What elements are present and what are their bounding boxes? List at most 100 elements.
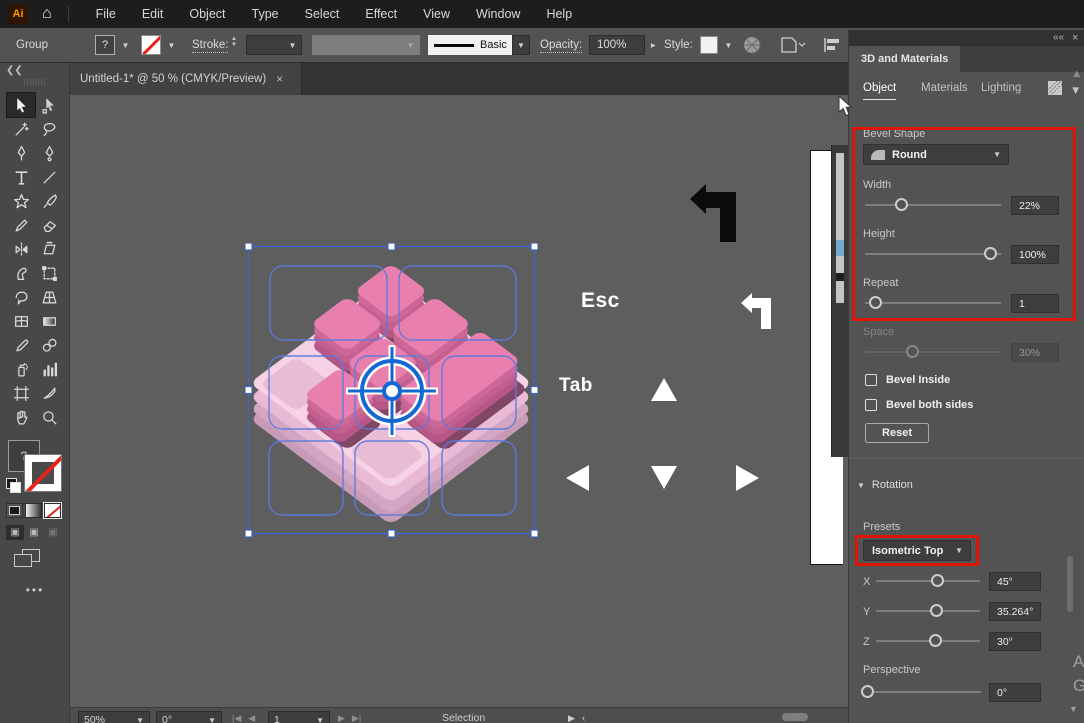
left-arrow-artwork[interactable] bbox=[566, 465, 589, 491]
draw-normal-icon[interactable]: ▣ bbox=[6, 525, 24, 540]
menu-view[interactable]: View bbox=[410, 0, 463, 28]
gradient-button[interactable] bbox=[25, 503, 42, 518]
eraser-tool[interactable] bbox=[35, 213, 63, 237]
bevel-shape-dropdown[interactable]: Round ▼ bbox=[863, 144, 1009, 165]
gradient-tool[interactable] bbox=[35, 309, 63, 333]
paintbrush-tool[interactable] bbox=[35, 189, 63, 213]
stroke-color-well[interactable] bbox=[141, 35, 161, 55]
align-icon[interactable] bbox=[822, 36, 842, 54]
selection-tool[interactable] bbox=[7, 93, 35, 117]
white-return-arrow-artwork[interactable] bbox=[741, 293, 772, 330]
presets-dropdown[interactable]: Isometric Top ▼ bbox=[863, 540, 971, 561]
curvature-tool[interactable] bbox=[35, 141, 63, 165]
home-icon[interactable]: ⌂ bbox=[42, 5, 52, 23]
height-value-field[interactable]: 100% bbox=[1011, 245, 1059, 264]
up-arrow-artwork[interactable] bbox=[651, 378, 677, 401]
first-artboard-button[interactable]: |◀◀ bbox=[232, 711, 255, 723]
tab-lighting[interactable]: Lighting bbox=[981, 82, 1021, 94]
edit-toolbar-button[interactable]: ••• bbox=[0, 583, 70, 597]
shaper-tool[interactable] bbox=[7, 285, 35, 309]
rotation-collapse-chevron[interactable]: ▼ bbox=[857, 481, 865, 490]
panel-tab-3d-materials[interactable]: 3D and Materials bbox=[849, 46, 960, 72]
rotation-dropdown[interactable]: 0°▼ bbox=[156, 711, 222, 723]
fill-color-dropdown[interactable]: ▼ bbox=[117, 35, 134, 55]
stroke-color-dropdown[interactable]: ▼ bbox=[163, 35, 180, 55]
recolor-artwork-icon[interactable] bbox=[742, 35, 762, 55]
right-arrow-artwork[interactable] bbox=[736, 465, 759, 491]
stroke-weight-dropdown[interactable]: ▼ bbox=[284, 35, 301, 55]
magic-wand-tool[interactable] bbox=[7, 117, 35, 141]
brush-definition-field[interactable]: Basic bbox=[428, 35, 512, 55]
horizontal-scrollbar-thumb[interactable] bbox=[782, 713, 808, 721]
color-button[interactable] bbox=[6, 503, 23, 518]
tab-materials[interactable]: Materials bbox=[921, 82, 968, 94]
default-fill-stroke-icon[interactable] bbox=[6, 478, 17, 489]
perspective-field[interactable]: 0° bbox=[989, 683, 1041, 702]
width-value-field[interactable]: 22% bbox=[1011, 196, 1059, 215]
symbol-sprayer-tool[interactable] bbox=[7, 357, 35, 381]
keypad-3d-artwork[interactable] bbox=[245, 243, 538, 538]
tab-key-label[interactable]: Tab bbox=[559, 375, 593, 397]
menu-effect[interactable]: Effect bbox=[352, 0, 410, 28]
artboard-number-dropdown[interactable]: 1▼ bbox=[268, 711, 330, 723]
menu-help[interactable]: Help bbox=[533, 0, 585, 28]
direct-selection-tool[interactable] bbox=[35, 93, 63, 117]
pen-tool[interactable] bbox=[7, 141, 35, 165]
document-setup-icon[interactable] bbox=[780, 36, 806, 54]
perspective-grid-tool[interactable] bbox=[35, 285, 63, 309]
lasso-tool[interactable] bbox=[35, 117, 63, 141]
screen-mode-icon[interactable] bbox=[14, 549, 40, 569]
menu-select[interactable]: Select bbox=[292, 0, 353, 28]
perspective-slider[interactable] bbox=[865, 685, 981, 699]
type-tool[interactable] bbox=[7, 165, 35, 189]
menu-edit[interactable]: Edit bbox=[129, 0, 177, 28]
bevel-inside-checkbox[interactable] bbox=[865, 374, 877, 386]
rotate-z-slider[interactable] bbox=[876, 634, 980, 648]
reflect-tool[interactable] bbox=[7, 237, 35, 261]
menu-file[interactable]: File bbox=[83, 0, 129, 28]
repeat-value-field[interactable]: 1 bbox=[1011, 294, 1059, 313]
bevel-both-sides-checkbox[interactable] bbox=[865, 399, 877, 411]
star-tool[interactable] bbox=[7, 189, 35, 213]
slice-tool[interactable] bbox=[35, 381, 63, 405]
quick-actions-icon[interactable] bbox=[1047, 80, 1063, 96]
line-segment-tool[interactable] bbox=[35, 165, 63, 189]
fill-color-well[interactable]: ? bbox=[95, 35, 115, 55]
puppet-warp-tool[interactable] bbox=[7, 261, 35, 285]
zoom-level-dropdown[interactable]: 50%▼ bbox=[78, 711, 150, 723]
esc-key-label[interactable]: Esc bbox=[581, 289, 620, 313]
draw-behind-icon[interactable]: ▣ bbox=[25, 525, 43, 540]
rotate-z-field[interactable]: 30° bbox=[989, 632, 1041, 651]
stroke-swatch[interactable] bbox=[24, 454, 62, 492]
hand-tool[interactable] bbox=[7, 405, 35, 429]
collapse-tools-icon[interactable]: ❮❮ bbox=[6, 65, 23, 76]
style-swatch[interactable] bbox=[700, 36, 718, 54]
down-arrow-artwork[interactable] bbox=[651, 466, 677, 489]
tools-drag-handle[interactable]: |||||||| bbox=[0, 79, 70, 86]
free-transform-tool[interactable] bbox=[35, 261, 63, 285]
column-graph-tool[interactable] bbox=[35, 357, 63, 381]
stroke-label[interactable]: Stroke: bbox=[192, 39, 228, 53]
close-document-icon[interactable]: × bbox=[276, 72, 283, 86]
scroll-up-chevron[interactable]: ▲ bbox=[1071, 68, 1082, 80]
opacity-label[interactable]: Opacity: bbox=[540, 39, 582, 53]
eyedropper-tool[interactable] bbox=[7, 333, 35, 357]
none-button[interactable] bbox=[44, 503, 61, 518]
illustrator-logo-icon[interactable]: Ai bbox=[8, 4, 28, 24]
rotate-x-slider[interactable] bbox=[876, 574, 980, 588]
collapse-panel-icon[interactable]: «« bbox=[1053, 32, 1064, 43]
blend-tool[interactable] bbox=[35, 333, 63, 357]
style-dropdown[interactable]: ▼ bbox=[720, 35, 737, 55]
artboard-tool[interactable] bbox=[7, 381, 35, 405]
panel-scrollbar-thumb[interactable] bbox=[1067, 556, 1073, 612]
canvas[interactable]: Esc Tab bbox=[70, 95, 848, 707]
rotate-y-slider[interactable] bbox=[876, 604, 980, 618]
draw-inside-icon[interactable]: ▣ bbox=[44, 525, 62, 540]
status-play-button[interactable]: ▶‹ bbox=[568, 711, 585, 723]
brush-dropdown[interactable]: ▼ bbox=[512, 35, 530, 55]
menu-object[interactable]: Object bbox=[176, 0, 238, 28]
panel-menu-chevron[interactable]: ▼ bbox=[1070, 85, 1081, 97]
opacity-expand-button[interactable]: ▼ bbox=[646, 35, 660, 55]
reset-button[interactable]: Reset bbox=[865, 423, 929, 443]
rotate-y-field[interactable]: 35.264° bbox=[989, 602, 1041, 621]
